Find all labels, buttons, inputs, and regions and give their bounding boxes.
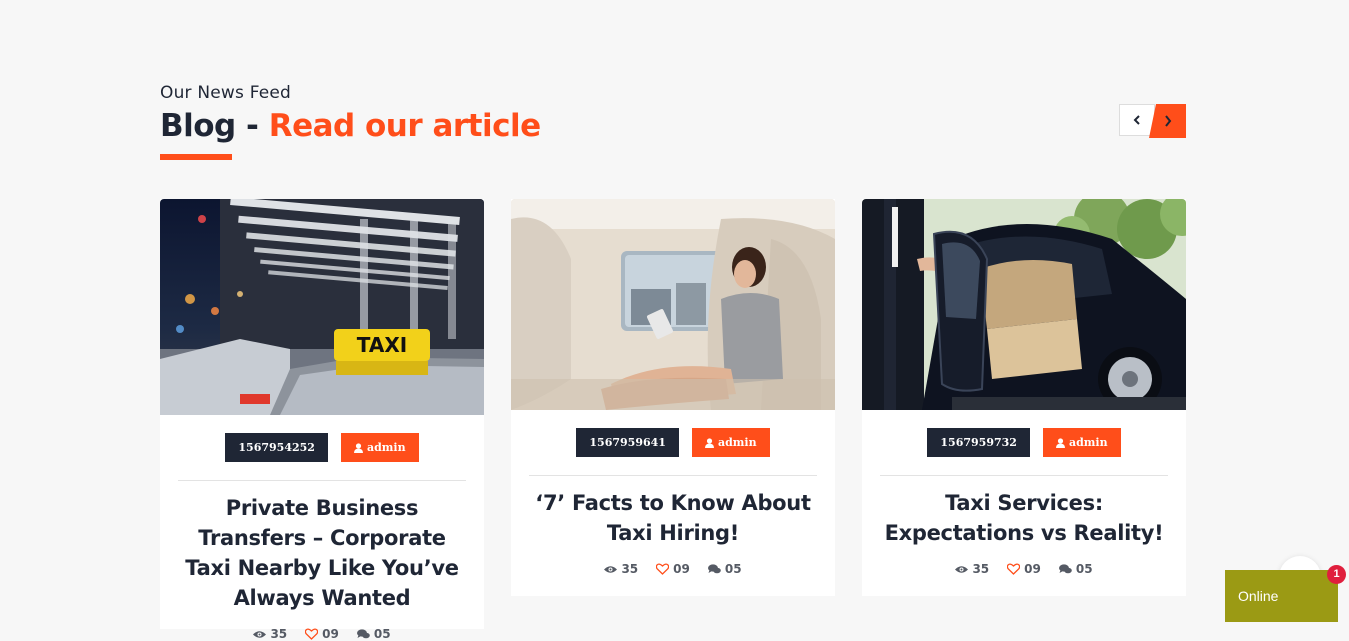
author-badge[interactable]: admin <box>691 428 770 457</box>
likes-count: 09 <box>1024 562 1041 576</box>
comments-count: 05 <box>724 562 742 576</box>
section-subtitle: Our News Feed <box>160 83 292 103</box>
heart-icon <box>656 563 670 575</box>
comments-stat[interactable]: 05 <box>356 627 391 641</box>
views-stat: 35 <box>604 562 638 576</box>
post-title[interactable]: Private Business Transfers – Corporate T… <box>160 493 484 613</box>
chauffeur-car-image[interactable] <box>862 199 1186 410</box>
likes-stat[interactable]: 09 <box>656 562 690 576</box>
title-underline <box>160 154 232 160</box>
svg-text:TAXI: TAXI <box>357 333 407 357</box>
views-count: 35 <box>621 562 639 576</box>
likes-count: 09 <box>322 627 339 641</box>
post-stats: 35 09 05 <box>160 627 484 641</box>
chat-online-button[interactable]: Online <box>1225 570 1338 622</box>
post-id-badge[interactable]: 1567959641 <box>576 428 679 457</box>
author-name: admin <box>366 441 406 454</box>
user-icon <box>704 437 714 448</box>
comments-count: 05 <box>1075 562 1093 576</box>
user-icon <box>353 442 363 453</box>
post-title[interactable]: ‘7’ Facts to Know About Taxi Hiring! <box>511 488 835 548</box>
user-icon <box>1055 437 1065 448</box>
post-meta-badges: 1567959732 admin <box>862 428 1186 457</box>
likes-count: 09 <box>673 562 690 576</box>
comments-stat[interactable]: 05 <box>1058 562 1093 576</box>
post-stats: 35 09 05 <box>511 562 835 576</box>
author-badge[interactable]: admin <box>340 433 419 462</box>
chat-notification-badge: 1 <box>1327 565 1346 584</box>
post-stats: 35 09 05 <box>862 562 1186 576</box>
comments-icon <box>356 628 370 638</box>
blog-card[interactable]: 1567959732 admin Taxi Services: Expectat… <box>862 199 1186 596</box>
section-header: Our News Feed Blog - Read our article <box>160 82 541 160</box>
post-id-badge[interactable]: 1567959732 <box>927 428 1030 457</box>
comments-stat[interactable]: 05 <box>707 562 742 576</box>
views-stat: 35 <box>955 562 989 576</box>
heart-icon <box>305 628 319 640</box>
chevron-right-icon <box>1149 104 1186 138</box>
author-badge[interactable]: admin <box>1042 428 1121 457</box>
likes-stat[interactable]: 09 <box>1007 562 1041 576</box>
woman-in-car-image[interactable] <box>511 199 835 410</box>
views-stat: 35 <box>253 627 287 641</box>
eye-icon <box>955 565 969 573</box>
title-prefix: Blog - <box>160 108 269 144</box>
views-count: 35 <box>972 562 990 576</box>
post-id-badge[interactable]: 1567954252 <box>225 433 328 462</box>
post-meta-badges: 1567954252 admin <box>160 433 484 462</box>
post-title[interactable]: Taxi Services: Expectations vs Reality! <box>862 488 1186 548</box>
carousel-next-button[interactable] <box>1149 104 1186 138</box>
comments-count: 05 <box>373 627 391 641</box>
views-count: 35 <box>270 627 288 641</box>
taxi-sign-image[interactable]: TAXI <box>160 199 484 415</box>
comments-icon <box>707 563 721 573</box>
post-meta-badges: 1567959641 admin <box>511 428 835 457</box>
eye-icon <box>604 565 618 573</box>
comments-icon <box>1058 563 1072 573</box>
section-title: Blog - Read our article <box>160 106 541 146</box>
eye-icon <box>253 630 267 638</box>
author-name: admin <box>717 436 757 449</box>
carousel-nav <box>1119 104 1186 138</box>
blog-card[interactable]: 1567959641 admin ‘7’ Facts to Know About… <box>511 199 835 596</box>
author-name: admin <box>1068 436 1108 449</box>
blog-card[interactable]: TAXI 1567954252 admin Private Business T… <box>160 199 484 641</box>
likes-stat[interactable]: 09 <box>305 627 339 641</box>
heart-icon <box>1007 563 1021 575</box>
title-accent: Read our article <box>268 108 541 144</box>
